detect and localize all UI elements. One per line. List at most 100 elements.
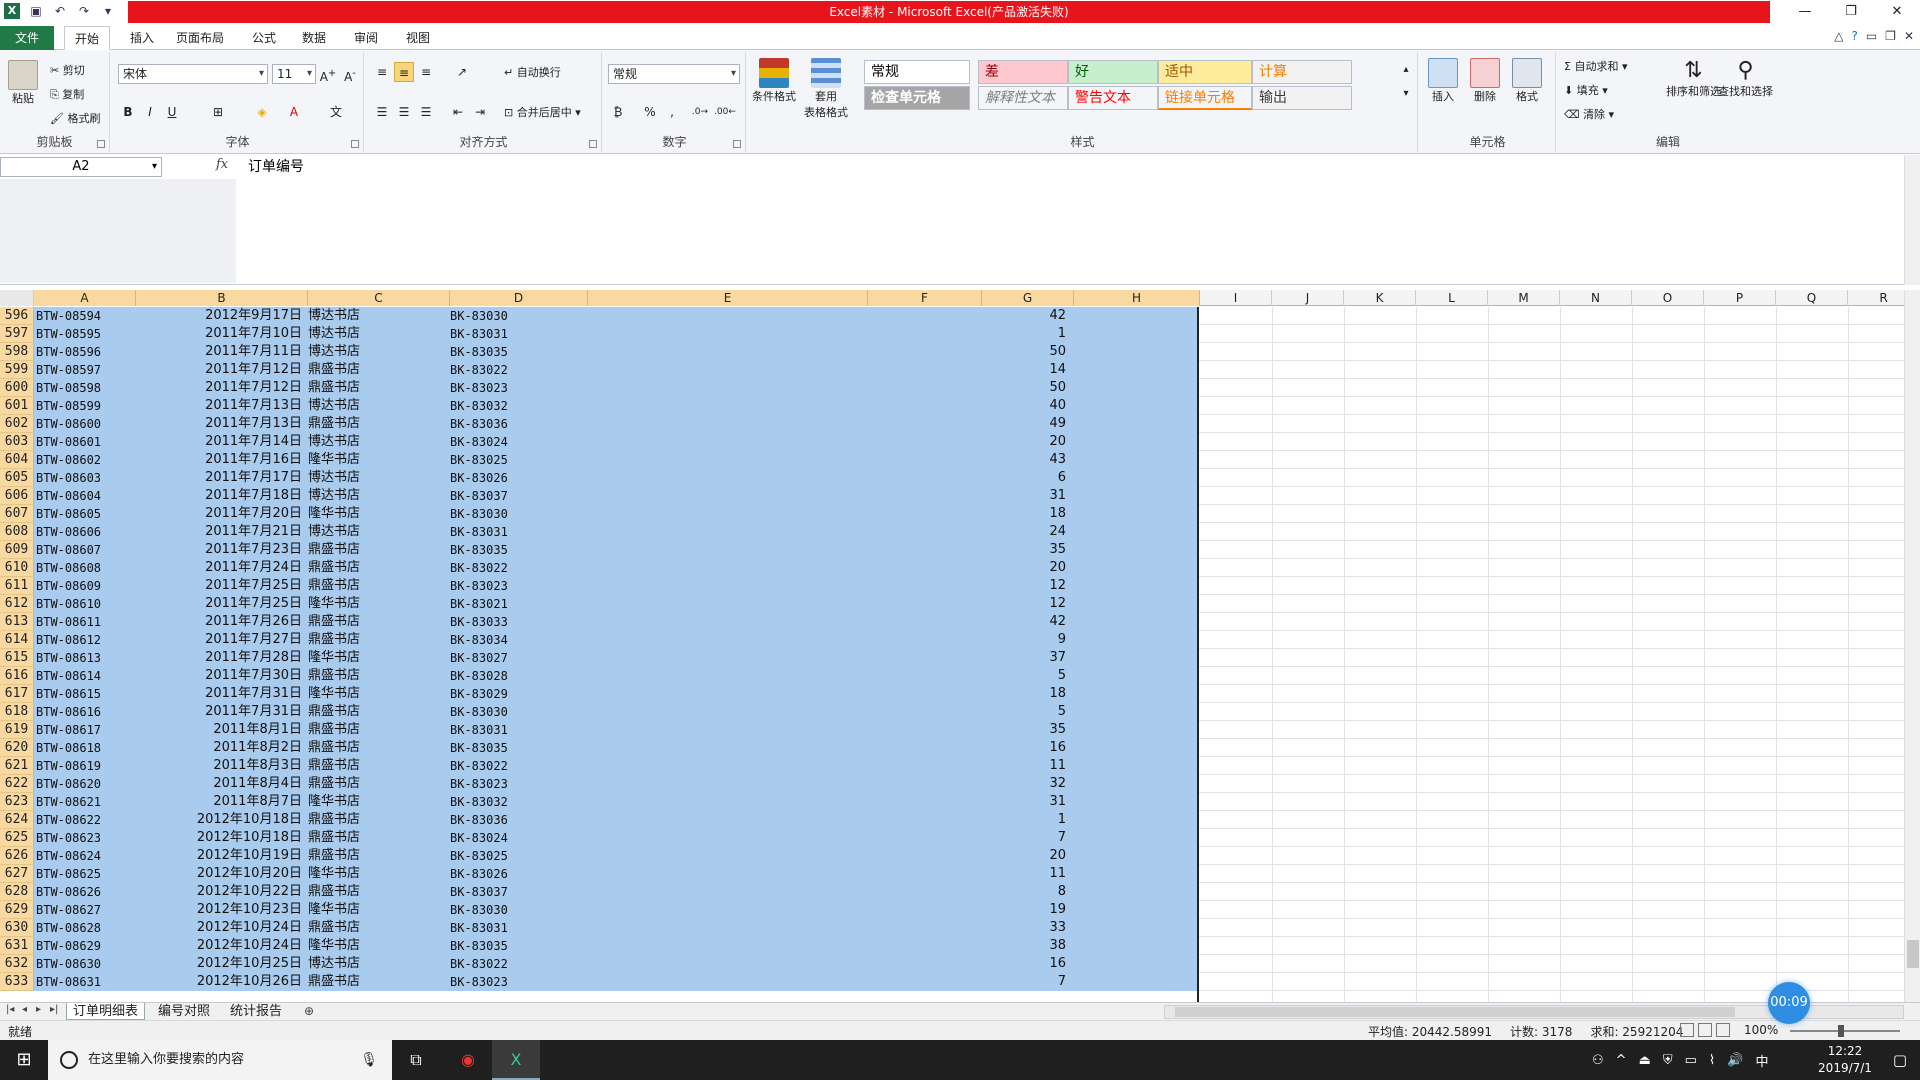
sort-filter-button[interactable]: ⇅ 排序和筛选 [1666,58,1721,99]
cell-quantity[interactable]: 35 [980,721,1070,739]
clipboard-launcher-icon[interactable] [97,140,105,148]
row-header[interactable]: 627 [0,865,34,883]
cell-book-code[interactable]: BK-83022 [450,757,586,775]
row-header[interactable]: 629 [0,901,34,919]
cell-order-id[interactable]: BTW-08595 [36,325,136,343]
cell-book-code[interactable]: BK-83023 [450,577,586,595]
tray-expand-icon[interactable]: ^ [1616,1053,1627,1068]
undo-icon[interactable]: ↶ [52,3,68,19]
cell-date[interactable]: 2011年7月28日 [136,649,306,667]
cell-book-code[interactable]: BK-83031 [450,523,586,541]
cell-order-id[interactable]: BTW-08594 [36,307,136,325]
cell-order-id[interactable]: BTW-08622 [36,811,136,829]
cell-date[interactable]: 2011年7月25日 [136,595,306,613]
cell-quantity[interactable]: 35 [980,541,1070,559]
cell-book-code[interactable]: BK-83035 [450,541,586,559]
cell-order-id[interactable]: BTW-08620 [36,775,136,793]
cell-bookstore[interactable]: 博达书店 [308,325,448,343]
cell-order-id[interactable]: BTW-08600 [36,415,136,433]
cell-date[interactable]: 2011年7月20日 [136,505,306,523]
cell-order-id[interactable]: BTW-08631 [36,973,136,991]
cell-book-code[interactable]: BK-83024 [450,829,586,847]
cell-order-id[interactable]: BTW-08614 [36,667,136,685]
row-header[interactable]: 613 [0,613,34,631]
row-header[interactable]: 619 [0,721,34,739]
insert-cells-button[interactable]: 插入 [1428,58,1458,104]
number-format-combo[interactable]: 常规 [608,64,740,84]
cell-order-id[interactable]: BTW-08606 [36,523,136,541]
cell-quantity[interactable]: 7 [980,829,1070,847]
alignment-launcher-icon[interactable] [589,140,597,148]
clear-button[interactable]: ⌫ 清除 ▾ [1564,106,1614,122]
font-name-combo[interactable]: 宋体 [118,64,268,84]
cell-book-code[interactable]: BK-83032 [450,397,586,415]
cell-bookstore[interactable]: 隆华书店 [308,793,448,811]
cell-bookstore[interactable]: 鼎盛书店 [308,721,448,739]
cell-book-code[interactable]: BK-83030 [450,505,586,523]
cell-book-code[interactable]: BK-83021 [450,595,586,613]
cell-book-code[interactable]: BK-83035 [450,739,586,757]
minimize-button[interactable]: — [1782,0,1828,24]
cell-quantity[interactable]: 5 [980,667,1070,685]
cell-order-id[interactable]: BTW-08603 [36,469,136,487]
cell-order-id[interactable]: BTW-08626 [36,883,136,901]
row-header[interactable]: 632 [0,955,34,973]
cell-order-id[interactable]: BTW-08608 [36,559,136,577]
last-sheet-icon[interactable]: ▸| [50,1004,58,1015]
cell-quantity[interactable]: 20 [980,559,1070,577]
cell-bookstore[interactable]: 博达书店 [308,397,448,415]
cell-bookstore[interactable]: 鼎盛书店 [308,415,448,433]
comma-style-button[interactable]: , [662,102,682,122]
column-header-h[interactable]: H [1074,290,1200,306]
grow-font-icon[interactable]: A+ [318,64,338,84]
row-header[interactable]: 602 [0,415,34,433]
cell-style-4[interactable]: 计算 [1252,60,1352,84]
cell-order-id[interactable]: BTW-08624 [36,847,136,865]
cell-style-6[interactable]: 解释性文本 [978,86,1068,110]
cell-quantity[interactable]: 19 [980,901,1070,919]
cell-book-code[interactable]: BK-83035 [450,343,586,361]
save-icon[interactable]: ▣ [28,3,44,19]
row-header[interactable]: 610 [0,559,34,577]
format-cells-button[interactable]: 格式 [1512,58,1542,104]
cell-bookstore[interactable]: 鼎盛书店 [308,919,448,937]
recorder-app-icon[interactable]: ◉ [444,1040,492,1080]
cell-book-code[interactable]: BK-83027 [450,649,586,667]
cell-book-code[interactable]: BK-83030 [450,703,586,721]
security-icon[interactable]: ⛨ [1663,1053,1673,1068]
cell-bookstore[interactable]: 博达书店 [308,343,448,361]
cell-bookstore[interactable]: 博达书店 [308,955,448,973]
cell-book-code[interactable]: BK-83029 [450,685,586,703]
taskbar-clock[interactable]: 12:22 2019/7/1 [1812,1043,1878,1077]
cell-date[interactable]: 2011年7月31日 [136,685,306,703]
cell-style-8[interactable]: 链接单元格 [1158,86,1252,110]
people-icon[interactable]: ⚇ [1592,1053,1604,1068]
find-select-button[interactable]: ⚲ 查找和选择 [1718,58,1773,99]
customize-toolbar-icon[interactable]: ▾ [100,3,116,19]
usb-icon[interactable]: ⏏ [1639,1053,1651,1068]
new-sheet-icon[interactable]: ⊕ [304,1004,314,1018]
cell-quantity[interactable]: 16 [980,739,1070,757]
column-header-q[interactable]: Q [1776,290,1848,306]
cell-style-1[interactable]: 差 [978,60,1068,84]
number-launcher-icon[interactable] [733,140,741,148]
cell-book-code[interactable]: BK-83028 [450,667,586,685]
cell-style-2[interactable]: 好 [1068,60,1158,84]
fill-button[interactable]: ⬇ 填充 ▾ [1564,82,1608,98]
cell-quantity[interactable]: 8 [980,883,1070,901]
name-box[interactable]: A2 [0,157,162,177]
row-header[interactable]: 625 [0,829,34,847]
cell-date[interactable]: 2012年10月24日 [136,919,306,937]
cell-bookstore[interactable]: 鼎盛书店 [308,667,448,685]
excel-taskbar-icon[interactable]: X [492,1040,540,1080]
cell-bookstore[interactable]: 博达书店 [308,523,448,541]
cell-date[interactable]: 2012年10月18日 [136,811,306,829]
column-header-i[interactable]: I [1200,290,1272,306]
cell-quantity[interactable]: 49 [980,415,1070,433]
cell-date[interactable]: 2011年8月2日 [136,739,306,757]
cell-quantity[interactable]: 12 [980,577,1070,595]
cell-order-id[interactable]: BTW-08615 [36,685,136,703]
cell-book-code[interactable]: BK-83023 [450,775,586,793]
cell-book-code[interactable]: BK-83035 [450,937,586,955]
cell-quantity[interactable]: 5 [980,703,1070,721]
